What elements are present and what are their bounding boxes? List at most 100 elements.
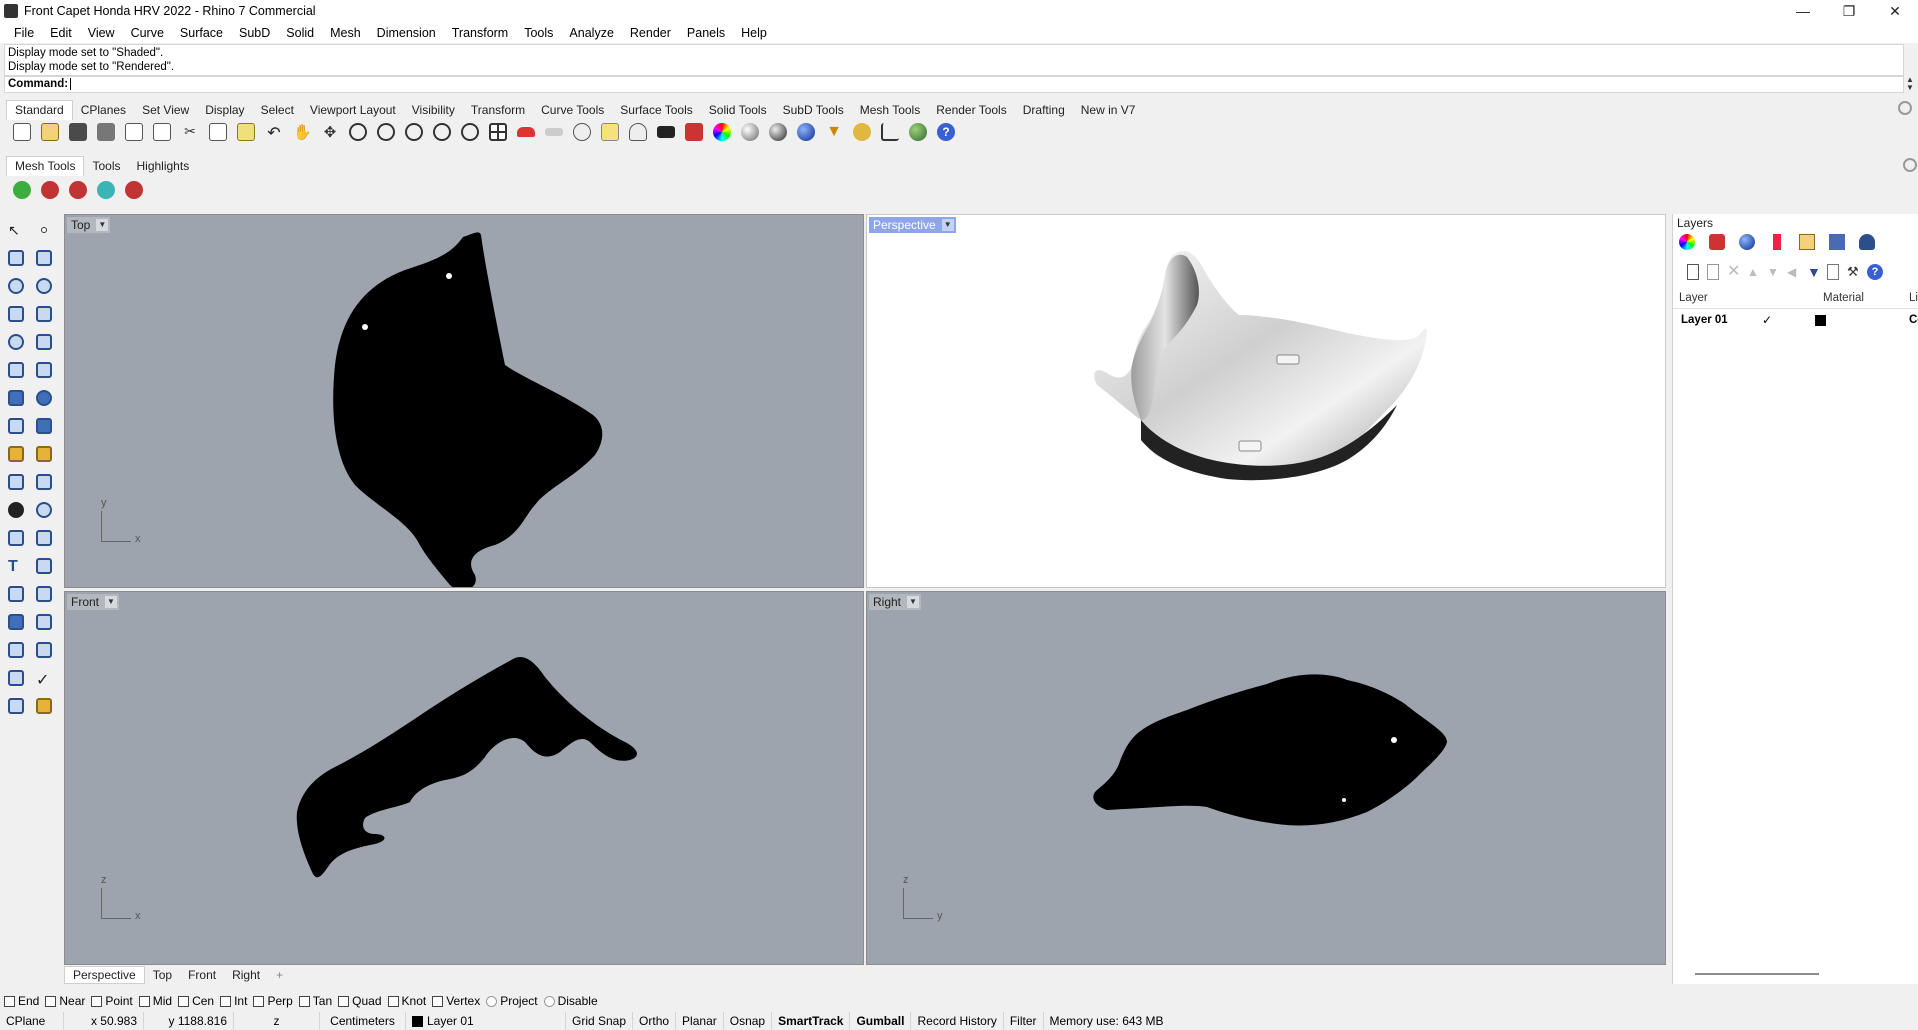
copy-icon[interactable] bbox=[148, 120, 176, 144]
pan-icon[interactable]: ✋ bbox=[288, 120, 316, 144]
materials-tab-icon[interactable] bbox=[1739, 234, 1755, 250]
menu-solid[interactable]: Solid bbox=[278, 26, 322, 40]
scale-icon[interactable] bbox=[32, 554, 56, 578]
layers-col-material[interactable]: Material bbox=[1823, 292, 1864, 304]
osnap-point[interactable]: Point bbox=[91, 994, 133, 1008]
box-icon[interactable] bbox=[4, 386, 28, 410]
radio[interactable] bbox=[486, 995, 498, 1007]
open-file-icon[interactable] bbox=[36, 120, 64, 144]
arc-icon[interactable] bbox=[4, 302, 28, 326]
delete-layer-icon[interactable]: ✕ bbox=[1727, 264, 1743, 280]
menu-panels[interactable]: Panels bbox=[679, 26, 733, 40]
notifications-tab-icon[interactable] bbox=[1859, 234, 1875, 250]
osnap-int[interactable]: Int bbox=[220, 994, 247, 1008]
plane-icon[interactable] bbox=[540, 120, 568, 144]
current-layer-check-icon[interactable]: ✓ bbox=[1762, 313, 1772, 327]
tab-select[interactable]: Select bbox=[253, 101, 302, 120]
menu-curve[interactable]: Curve bbox=[123, 26, 172, 40]
points-icon[interactable] bbox=[596, 120, 624, 144]
status-ortho[interactable]: Ortho bbox=[633, 1012, 677, 1030]
explode-icon[interactable] bbox=[32, 442, 56, 466]
status-record-history[interactable]: Record History bbox=[911, 1012, 1004, 1030]
osnap-mid[interactable]: Mid bbox=[138, 994, 172, 1008]
tab-render-tools[interactable]: Render Tools bbox=[928, 101, 1015, 120]
menu-file[interactable]: File bbox=[6, 26, 42, 40]
menu-subd[interactable]: SubD bbox=[231, 26, 278, 40]
trim-icon[interactable] bbox=[4, 470, 28, 494]
tab-viewport-layout[interactable]: Viewport Layout bbox=[302, 101, 404, 120]
layer-states-icon[interactable] bbox=[1827, 264, 1839, 280]
status-gumball[interactable]: Gumball bbox=[850, 1012, 912, 1030]
analyze-icon[interactable] bbox=[4, 666, 28, 690]
move-up-icon[interactable]: ▲ bbox=[1747, 264, 1763, 280]
osnap-vertex[interactable]: Vertex bbox=[432, 994, 480, 1008]
status-smarttrack[interactable]: SmartTrack bbox=[772, 1012, 851, 1030]
tab-tools-sub[interactable]: Tools bbox=[84, 157, 128, 176]
layer-row[interactable]: Layer 01 ✓ Cc bbox=[1677, 312, 1918, 330]
rotate-view-icon[interactable]: ✥ bbox=[316, 120, 344, 144]
mirror-icon[interactable] bbox=[32, 582, 56, 606]
help-icon[interactable]: ? bbox=[932, 120, 960, 144]
menu-view[interactable]: View bbox=[80, 26, 123, 40]
new-file-icon[interactable] bbox=[8, 120, 36, 144]
zoom-window-icon[interactable] bbox=[372, 120, 400, 144]
status-filter[interactable]: Filter bbox=[1004, 1012, 1044, 1030]
horizontal-scrollbar[interactable] bbox=[1695, 973, 1819, 975]
display-tab-icon[interactable] bbox=[1773, 234, 1781, 250]
new-layer-icon[interactable] bbox=[1687, 264, 1699, 280]
viewport-right[interactable]: Right ▼ z y bbox=[866, 591, 1666, 965]
menu-surface[interactable]: Surface bbox=[172, 26, 231, 40]
shaded-sphere-icon[interactable] bbox=[736, 120, 764, 144]
paint-icon[interactable] bbox=[32, 694, 56, 718]
menu-tools[interactable]: Tools bbox=[516, 26, 561, 40]
tab-standard[interactable]: Standard bbox=[6, 100, 73, 120]
tab-display[interactable]: Display bbox=[197, 101, 252, 120]
status-osnap[interactable]: Osnap bbox=[724, 1012, 773, 1030]
osnap-perp[interactable]: Perp bbox=[253, 994, 293, 1008]
distance-icon[interactable] bbox=[32, 638, 56, 662]
osnap-disable[interactable]: Disable bbox=[543, 994, 598, 1008]
four-viewports-icon[interactable] bbox=[484, 120, 512, 144]
rotate-icon[interactable] bbox=[32, 526, 56, 550]
osnap-near[interactable]: Near bbox=[45, 994, 85, 1008]
osnap-quad[interactable]: Quad bbox=[338, 994, 382, 1008]
dimension-icon[interactable] bbox=[876, 120, 904, 144]
circle-icon[interactable] bbox=[4, 274, 28, 298]
filter-icon[interactable]: ▼ bbox=[820, 120, 848, 144]
point-icon[interactable] bbox=[32, 218, 56, 242]
save-icon[interactable] bbox=[64, 120, 92, 144]
options-icon[interactable] bbox=[848, 120, 876, 144]
move-down-icon[interactable]: ▼ bbox=[1767, 264, 1783, 280]
status-cplane[interactable]: CPlane bbox=[0, 1012, 64, 1030]
zoom-icon[interactable] bbox=[344, 120, 372, 144]
grid-array-icon[interactable] bbox=[4, 638, 28, 662]
print-icon[interactable] bbox=[92, 120, 120, 144]
mesh-unify-icon[interactable] bbox=[92, 178, 120, 202]
viewport-front[interactable]: Front ▼ z x bbox=[64, 591, 864, 965]
move-icon[interactable] bbox=[4, 526, 28, 550]
menu-render[interactable]: Render bbox=[622, 26, 679, 40]
tab-mesh-tools-sub[interactable]: Mesh Tools bbox=[6, 156, 85, 176]
command-scroll-icon[interactable]: ▲ ▼ bbox=[1904, 76, 1916, 93]
osnap-project[interactable]: Project bbox=[486, 994, 538, 1008]
vptab-right[interactable]: Right bbox=[224, 967, 268, 983]
lock-icon[interactable] bbox=[652, 120, 680, 144]
layer-color-swatch[interactable] bbox=[1815, 315, 1826, 326]
menu-transform[interactable]: Transform bbox=[444, 26, 517, 40]
zoom-selected-icon[interactable] bbox=[428, 120, 456, 144]
restore-icon[interactable]: ❐ bbox=[1826, 0, 1872, 22]
layers-col-layer[interactable]: Layer bbox=[1679, 292, 1708, 304]
tab-subd-tools[interactable]: SubD Tools bbox=[775, 101, 852, 120]
tab-transform[interactable]: Transform bbox=[463, 101, 533, 120]
checkbox[interactable] bbox=[45, 995, 57, 1007]
status-planar[interactable]: Planar bbox=[676, 1012, 724, 1030]
extrude-icon[interactable] bbox=[32, 414, 56, 438]
polyline-icon[interactable] bbox=[4, 246, 28, 270]
import-icon[interactable] bbox=[120, 120, 148, 144]
gear-icon[interactable] bbox=[1903, 158, 1917, 172]
mesh-repair-icon[interactable] bbox=[36, 178, 64, 202]
tab-mesh-tools[interactable]: Mesh Tools bbox=[852, 101, 928, 120]
tab-set-view[interactable]: Set View bbox=[134, 101, 197, 120]
checkbox[interactable] bbox=[178, 995, 190, 1007]
split-icon[interactable] bbox=[32, 470, 56, 494]
